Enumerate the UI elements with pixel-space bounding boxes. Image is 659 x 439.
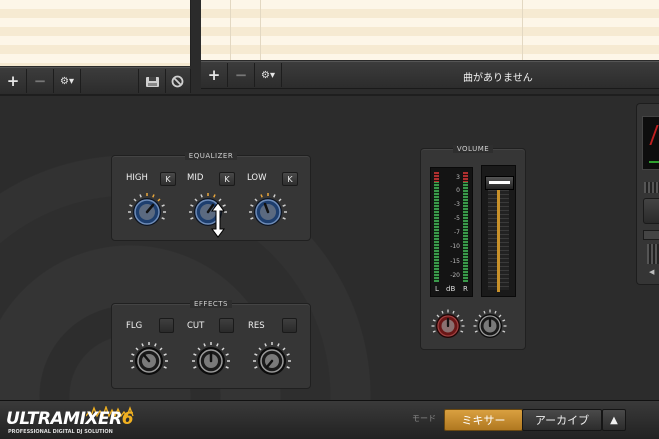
vu-meter-right-bar [463,172,468,282]
mixer-area [0,94,659,402]
save-playlist-button[interactable] [138,69,166,93]
clear-playlist-button[interactable] [164,69,191,93]
effect-cut-label: CUT [187,321,205,331]
equalizer-panel: EQUALIZER HIGH K MID K LOW K [111,152,311,241]
balance-knob[interactable] [472,308,508,344]
remove-button[interactable]: − [228,63,255,87]
effects-panel: EFFECTS FLG CUT RES [111,300,311,389]
effect-res-knob[interactable] [251,340,293,382]
mixer-mode-button[interactable]: ミキサー [444,409,523,431]
waveform-green [649,147,659,163]
eq-high-kill-button[interactable]: K [160,172,176,186]
eq-mid-label: MID [187,173,204,183]
column-divider [230,0,231,60]
settings-button[interactable]: ⚙▾ [255,63,282,87]
block-icon [171,75,183,87]
eq-low-label: LOW [247,173,267,183]
ultramixer-logo: ULTRAMIXER6 PROFESSIONAL DIGITAL DJ SOLU… [6,406,156,436]
playlist-right-toolbar: + − ⚙▾ 曲がありません [201,61,659,89]
effect-res-toggle[interactable] [282,318,297,333]
vu-meter-left-bar [434,172,439,282]
vu-label-left: L [435,285,439,293]
effect-flg-label: FLG [126,321,143,331]
add-button[interactable]: + [201,63,228,87]
logo-tagline: PROFESSIONAL DIGITAL DJ SOLUTION [8,429,113,435]
settings-button[interactable]: ⚙▾ [54,69,81,93]
vu-label-right: R [463,285,468,293]
equalizer-title: EQUALIZER [112,152,310,160]
playlist-status: 曲がありません [463,73,533,84]
volume-fader[interactable] [481,165,516,297]
playlist-right[interactable] [201,0,659,60]
volume-panel: VOLUME 3 0 -3 -5 -7 -10 -15 -20 L dB R [420,145,526,350]
add-button[interactable]: + [0,69,27,93]
eq-high-knob[interactable] [126,191,168,233]
eq-mid-kill-button[interactable]: K [219,172,235,186]
eq-low-knob[interactable] [247,191,289,233]
fader-handle-line [489,181,510,185]
vu-label-db: dB [446,285,456,293]
deck-arrow-icon[interactable]: ◀ [649,268,654,276]
remove-button[interactable]: − [27,69,54,93]
effects-title: EFFECTS [112,300,310,308]
eq-low-kill-button[interactable]: K [282,172,298,186]
effect-cut-knob[interactable] [190,340,232,382]
vu-meter-right-peak [463,172,468,182]
effect-res-label: RES [248,321,265,331]
resize-cursor-icon [211,202,225,238]
eq-high-label: HIGH [126,173,148,183]
deck-panel-partial: ◀ [636,103,659,285]
archive-mode-button[interactable]: アーカイブ [522,409,602,431]
waveform-display [642,116,659,170]
deck-grid-button-2[interactable] [647,244,659,264]
effect-flg-knob[interactable] [128,340,170,382]
save-icon [145,76,159,87]
waveform-red [649,125,659,145]
logo-text: ULTRAMIXER [6,409,122,429]
vu-meter: 3 0 -3 -5 -7 -10 -15 -20 L dB R [430,167,473,297]
deck-a-button[interactable] [643,198,659,224]
deck-grid-button[interactable] [644,182,659,193]
volume-title: VOLUME [421,145,525,153]
fader-fill [497,182,500,292]
column-divider [522,0,523,60]
effect-cut-toggle[interactable] [219,318,234,333]
fader-track [497,180,500,292]
column-divider [260,0,261,60]
deck-slider[interactable] [643,230,659,240]
gain-knob[interactable] [430,308,466,344]
playlist-left-toolbar: + − ⚙▾ [0,67,191,95]
fader-handle[interactable] [485,176,514,191]
effect-flg-toggle[interactable] [159,318,174,333]
vu-meter-left-peak [434,172,439,182]
logo-version: 6 [121,409,134,429]
expand-button[interactable]: ▲ [602,409,626,431]
playlist-left[interactable] [0,0,191,66]
vu-scale: 3 0 -3 -5 -7 -10 -15 -20 [450,174,460,279]
mode-label: モード [412,414,436,423]
